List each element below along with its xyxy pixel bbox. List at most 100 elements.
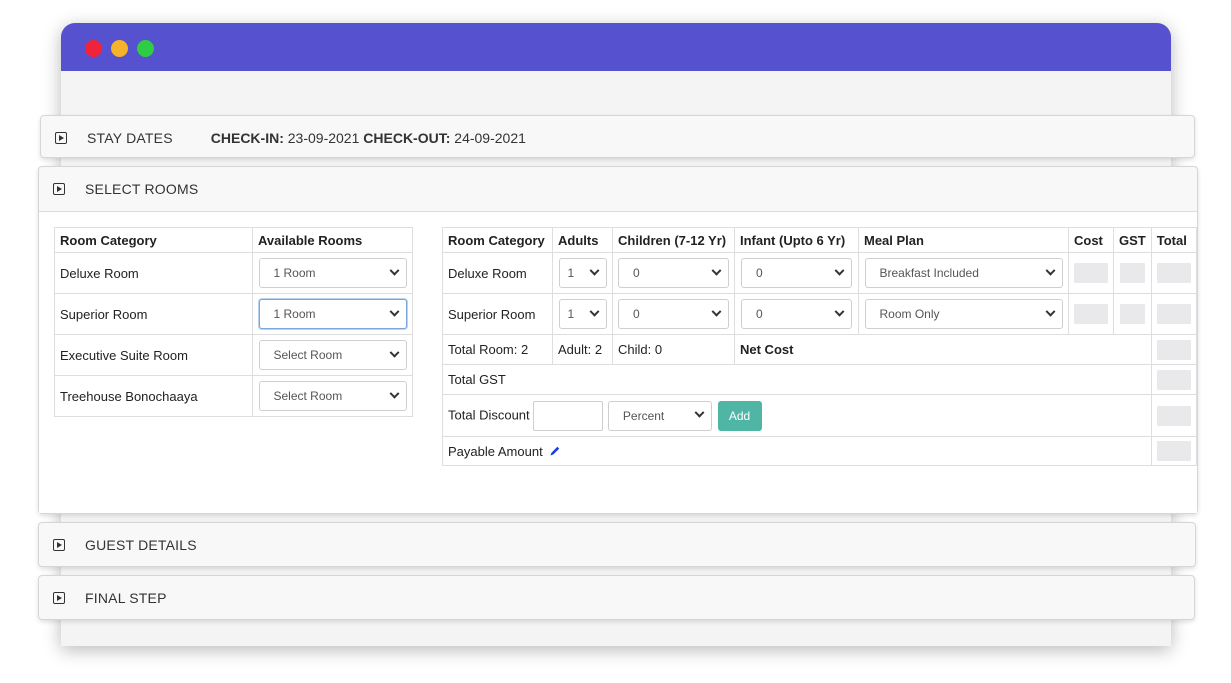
stay-dates-header[interactable]: STAY DATES CHECK-IN: 23-09-2021 CHECK-OU… xyxy=(41,116,1194,160)
select-value: 1 Room xyxy=(273,307,316,321)
gst-value xyxy=(1119,304,1145,324)
play-square-icon xyxy=(55,132,67,144)
room-count-select[interactable]: 1 Room xyxy=(258,258,407,288)
table-row: Deluxe Room 1 0 0 Breakfast Included xyxy=(442,252,1197,294)
infant-select[interactable]: 0 xyxy=(741,299,852,329)
stay-dates-panel: STAY DATES CHECK-IN: 23-09-2021 CHECK-OU… xyxy=(40,115,1195,158)
total-gst-value xyxy=(1156,369,1191,390)
total-value xyxy=(1156,304,1191,324)
infant-select[interactable]: 0 xyxy=(741,258,852,288)
room-count-select[interactable]: Select Room xyxy=(258,340,407,370)
table-header-row: Room Category Adults Children (7-12 Yr) … xyxy=(442,227,1197,253)
total-discount-label: Total Discount xyxy=(448,406,530,422)
checkout-value: 24-09-2021 xyxy=(454,130,526,146)
room-category: Treehouse Bonochaaya xyxy=(54,375,253,417)
totals-row: Total Room: 2 Adult: 2 Child: 0 Net Cost xyxy=(442,334,1197,365)
table-row: Superior Room 1 0 0 Room Only xyxy=(442,293,1197,335)
select-value: Room Only xyxy=(879,307,940,321)
select-value: 0 xyxy=(633,307,640,321)
column-header: Children (7-12 Yr) xyxy=(612,227,735,253)
column-header: Meal Plan xyxy=(858,227,1069,253)
room-category: Superior Room xyxy=(54,293,253,335)
net-cost-label: Net Cost xyxy=(734,334,1152,365)
room-config-table: Room Category Adults Children (7-12 Yr) … xyxy=(442,227,1197,466)
select-value: 1 xyxy=(567,266,575,280)
chevron-down-icon xyxy=(389,306,399,317)
adults-select[interactable]: 1 xyxy=(558,299,607,329)
total-room: Total Room: 2 xyxy=(442,334,553,365)
select-value: Percent xyxy=(622,408,665,423)
net-cost-value xyxy=(1156,339,1191,360)
checkin-label: CHECK-IN: xyxy=(210,130,284,146)
table-row: Superior Room 1 Room xyxy=(54,293,413,335)
meal-plan-select[interactable]: Room Only xyxy=(864,299,1063,329)
table-header-row: Room Category Available Rooms xyxy=(54,227,413,253)
column-header: Cost xyxy=(1068,227,1114,253)
maximize-window-button[interactable] xyxy=(137,40,154,57)
room-category: Executive Suite Room xyxy=(54,334,253,376)
select-value: 1 xyxy=(567,307,575,321)
column-header: Adults xyxy=(552,227,613,253)
select-value: 1 Room xyxy=(273,266,316,280)
total-value xyxy=(1156,263,1191,283)
final-step-header[interactable]: FINAL STEP xyxy=(39,576,1194,620)
chevron-down-icon xyxy=(1045,306,1055,317)
chevron-down-icon xyxy=(1045,265,1055,276)
checkout-label: CHECK-OUT: xyxy=(363,130,451,146)
close-window-button[interactable] xyxy=(85,40,102,57)
final-step-title: FINAL STEP xyxy=(85,590,167,606)
table-row: Treehouse Bonochaaya Select Room xyxy=(54,375,413,417)
select-value: Select Room xyxy=(273,389,343,403)
payable-row: Payable Amount xyxy=(442,436,1197,466)
payable-amount-label: Payable Amount xyxy=(448,443,543,459)
room-category: Deluxe Room xyxy=(442,252,553,294)
checkin-value: 23-09-2021 xyxy=(287,130,360,146)
chevron-down-icon xyxy=(389,347,399,358)
chevron-down-icon xyxy=(834,265,845,276)
select-value: Select Room xyxy=(273,348,343,362)
play-square-icon xyxy=(53,183,65,195)
children-select[interactable]: 0 xyxy=(618,258,729,288)
select-rooms-header[interactable]: SELECT ROOMS xyxy=(39,167,1197,212)
chevron-down-icon xyxy=(711,265,722,276)
room-count-select[interactable]: Select Room xyxy=(258,381,407,411)
payable-cell: Payable Amount xyxy=(442,436,1152,466)
available-rooms-table: Room Category Available Rooms Deluxe Roo… xyxy=(54,227,413,417)
cost-value xyxy=(1074,263,1108,283)
gst-row: Total GST xyxy=(442,364,1197,395)
guest-details-header[interactable]: GUEST DETAILS xyxy=(39,523,1195,567)
pencil-icon[interactable] xyxy=(549,445,561,457)
add-discount-button[interactable]: Add xyxy=(717,400,762,431)
column-header: Room Category xyxy=(54,227,253,253)
total-gst-label: Total GST xyxy=(442,364,1152,395)
select-value: 0 xyxy=(756,307,763,321)
stay-dates-title: STAY DATES xyxy=(87,130,173,146)
chevron-down-icon xyxy=(694,407,705,418)
adults-select[interactable]: 1 xyxy=(558,258,607,288)
chevron-down-icon xyxy=(711,306,722,317)
discount-type-select[interactable]: Percent xyxy=(607,400,712,431)
discount-value xyxy=(1156,405,1191,426)
room-category: Deluxe Room xyxy=(54,252,253,294)
table-row: Deluxe Room 1 Room xyxy=(54,252,413,294)
play-square-icon xyxy=(53,539,65,551)
guest-details-title: GUEST DETAILS xyxy=(85,537,197,553)
guest-details-panel: GUEST DETAILS xyxy=(38,522,1196,567)
meal-plan-select[interactable]: Breakfast Included xyxy=(864,258,1063,288)
select-rooms-body: Room Category Available Rooms Deluxe Roo… xyxy=(39,212,1197,513)
play-square-icon xyxy=(53,592,65,604)
column-header: Total xyxy=(1150,227,1197,253)
room-count-select[interactable]: 1 Room xyxy=(258,299,407,329)
adult-total: Adult: 2 xyxy=(552,334,613,365)
select-value: 0 xyxy=(633,266,640,280)
child-total: Child: 0 xyxy=(612,334,735,365)
select-value: 0 xyxy=(756,266,763,280)
column-header: Infant (Upto 6 Yr) xyxy=(734,227,859,253)
cost-value xyxy=(1074,304,1108,324)
chevron-down-icon xyxy=(389,265,399,276)
minimize-window-button[interactable] xyxy=(111,40,128,57)
discount-input[interactable] xyxy=(533,400,604,431)
children-select[interactable]: 0 xyxy=(618,299,729,329)
chevron-down-icon xyxy=(834,306,845,317)
column-header: GST xyxy=(1113,227,1152,253)
